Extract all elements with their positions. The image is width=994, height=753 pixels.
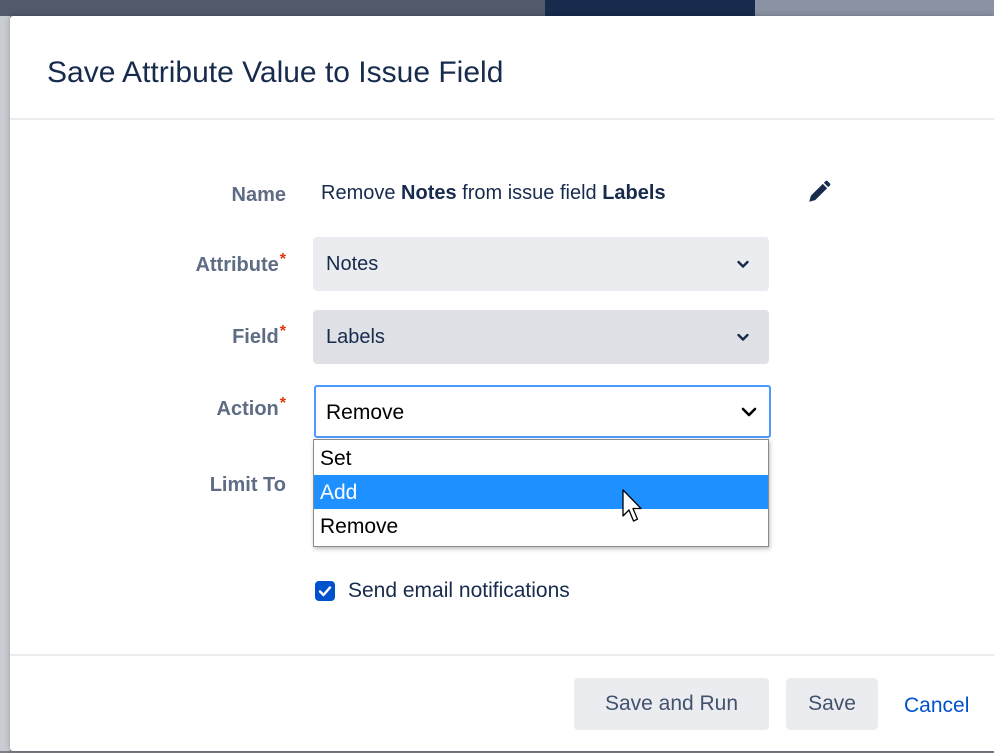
- action-select-value: Remove: [326, 401, 405, 424]
- option-label: Remove: [320, 515, 399, 538]
- name-value: Remove Notes from issue field Labels: [321, 182, 666, 205]
- action-option-set[interactable]: Set: [314, 441, 768, 475]
- dialog-header: Save Attribute Value to Issue Field: [10, 16, 994, 120]
- background-page-toolbar: [0, 0, 994, 16]
- field-select[interactable]: Labels: [313, 310, 769, 364]
- cancel-link[interactable]: Cancel: [904, 694, 969, 718]
- attribute-label-text: Attribute: [195, 254, 279, 276]
- field-label: Field*: [232, 323, 286, 349]
- attribute-label: Attribute*: [195, 251, 286, 277]
- background-active-tab: [545, 0, 755, 16]
- name-attribute: Notes: [401, 182, 457, 204]
- field-label-text: Field: [232, 326, 279, 348]
- action-label-text: Action: [216, 398, 279, 420]
- chevron-down-icon: [741, 407, 757, 417]
- field-select-value: Labels: [326, 326, 385, 348]
- checkmark-icon: [318, 586, 332, 597]
- required-asterisk: *: [279, 251, 286, 268]
- send-email-label: Send email notifications: [348, 579, 570, 602]
- attribute-select[interactable]: Notes: [313, 237, 769, 291]
- action-option-add[interactable]: Add: [314, 475, 768, 509]
- action-label: Action*: [216, 395, 286, 421]
- send-email-checkbox[interactable]: [315, 581, 335, 601]
- save-attribute-dialog: Save Attribute Value to Issue Field Name…: [10, 16, 994, 751]
- background-page-edge: [0, 16, 10, 751]
- name-label: Name: [231, 184, 286, 206]
- limit-to-label: Limit To: [209, 474, 286, 496]
- dialog-footer: Save and Run Save Cancel: [10, 654, 994, 753]
- option-label: Add: [320, 481, 358, 504]
- action-option-remove[interactable]: Remove: [314, 509, 768, 543]
- action-dropdown-list: Set Add Remove: [313, 439, 769, 547]
- save-button[interactable]: Save: [786, 678, 878, 730]
- chevron-down-icon: [737, 333, 749, 341]
- name-field: Labels: [602, 182, 666, 204]
- pencil-icon[interactable]: [806, 179, 832, 205]
- option-label: Set: [320, 447, 352, 470]
- name-middle: from issue field: [456, 182, 603, 204]
- action-select[interactable]: Remove: [314, 385, 771, 438]
- save-and-run-button[interactable]: Save and Run: [574, 678, 769, 730]
- background-toolbar-area: [755, 0, 994, 16]
- required-asterisk: *: [279, 323, 286, 340]
- dialog-title: Save Attribute Value to Issue Field: [47, 56, 504, 89]
- chevron-down-icon: [737, 260, 749, 268]
- required-asterisk: *: [279, 395, 286, 412]
- name-prefix: Remove: [321, 182, 402, 204]
- mouse-cursor-icon: [622, 489, 642, 522]
- attribute-select-value: Notes: [326, 253, 379, 275]
